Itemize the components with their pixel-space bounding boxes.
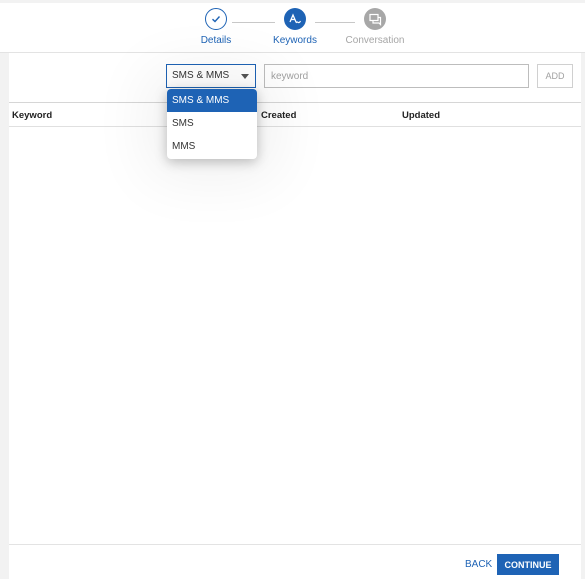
message-type-value: SMS & MMS — [172, 70, 230, 81]
add-keyword-button[interactable]: ADD — [537, 64, 573, 88]
step-conversation-label: Conversation — [345, 35, 405, 46]
keywords-icon — [284, 8, 306, 30]
chat-icon — [364, 8, 386, 30]
message-type-select[interactable]: SMS & MMS — [166, 64, 256, 88]
step-details[interactable]: Details — [176, 8, 256, 46]
step-details-label: Details — [200, 35, 232, 46]
step-keywords[interactable]: Keywords — [255, 8, 335, 46]
keyword-input[interactable] — [264, 64, 529, 88]
chevron-down-icon — [241, 74, 249, 79]
continue-button[interactable]: CONTINUE — [497, 554, 559, 575]
message-type-dropdown: SMS & MMS SMS MMS — [167, 89, 257, 159]
dropdown-option-mms[interactable]: MMS — [167, 135, 257, 158]
column-created[interactable]: Created — [261, 110, 296, 121]
table-header: Keyword Created Updated — [9, 102, 581, 127]
step-keywords-label: Keywords — [273, 35, 317, 46]
back-button[interactable]: BACK — [459, 554, 498, 574]
step-conversation: Conversation — [335, 8, 415, 46]
dropdown-option-sms-mms[interactable]: SMS & MMS — [167, 89, 257, 112]
dropdown-option-sms[interactable]: SMS — [167, 112, 257, 135]
keywords-panel: SMS & MMS ADD Keyword Created Updated — [9, 53, 581, 544]
stepper: Details Keywords Conversation — [0, 3, 585, 53]
footer: BACK CONTINUE — [9, 544, 581, 579]
check-icon — [205, 8, 227, 30]
column-updated[interactable]: Updated — [402, 110, 440, 121]
column-keyword[interactable]: Keyword — [12, 110, 52, 121]
